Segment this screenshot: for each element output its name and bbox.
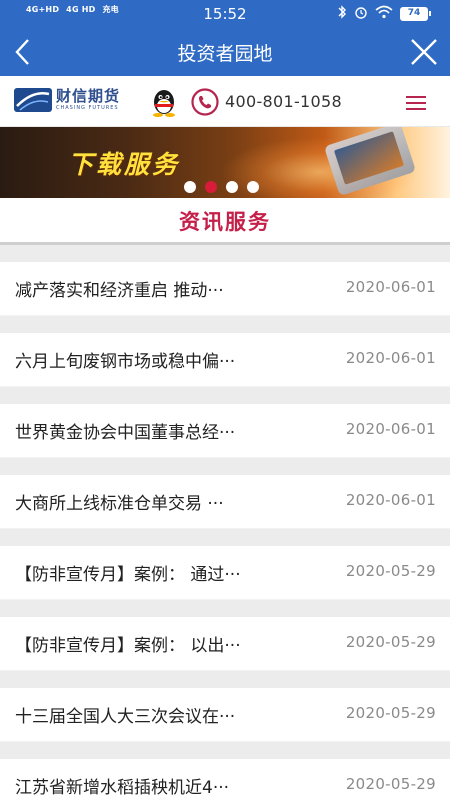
bluetooth-icon (337, 5, 347, 23)
close-icon (411, 39, 437, 65)
news-list: 减产落实和经济重启 推动··· 2020-06-01 六月上旬废钢市场或稳中偏·… (0, 245, 450, 800)
promo-banner[interactable]: 下载服务 (0, 127, 450, 198)
status-icons: 74 (337, 5, 431, 23)
news-title: 十三届全国人大三次会议在··· (15, 707, 236, 727)
news-title: 【防非宣传月】案例： 通过··· (15, 565, 241, 585)
carousel-dots (184, 181, 259, 193)
alarm-icon (354, 5, 368, 23)
news-title: 减产落实和经济重启 推动··· (15, 281, 224, 301)
news-date: 2020-06-01 (345, 420, 436, 438)
menu-button[interactable] (406, 96, 426, 110)
hotline-number[interactable]: 400-801-1058 (225, 92, 342, 111)
news-item[interactable]: 十三届全国人大三次会议在··· 2020-05-29 (0, 688, 450, 742)
nav-bar: 投资者园地 (0, 28, 450, 76)
qq-icon[interactable] (150, 87, 178, 117)
section-title: 资讯服务 (179, 210, 271, 234)
news-date: 2020-05-29 (345, 633, 436, 651)
carousel-dot[interactable] (226, 181, 238, 193)
news-item[interactable]: 六月上旬废钢市场或稳中偏··· 2020-06-01 (0, 333, 450, 387)
carousel-dot[interactable] (247, 181, 259, 193)
logo-mark-icon (14, 88, 52, 112)
news-item[interactable]: 【防非宣传月】案例： 通过··· 2020-05-29 (0, 546, 450, 600)
page-title: 投资者园地 (177, 43, 273, 65)
banner-text: 下载服务 (68, 150, 181, 179)
news-date: 2020-05-29 (345, 562, 436, 580)
news-date: 2020-06-01 (345, 491, 436, 509)
news-title: 六月上旬废钢市场或稳中偏··· (15, 352, 236, 372)
news-title: 【防非宣传月】案例： 以出··· (15, 636, 241, 656)
news-title: 江苏省新增水稻插秧机近4··· (15, 778, 230, 798)
news-title: 世界黄金协会中国董事总经··· (15, 423, 236, 443)
brand-header: 财信期货 CHASING FUTURES 400-801-1058 (0, 76, 450, 127)
battery-icon: 74 (400, 7, 431, 21)
news-item[interactable]: 【防非宣传月】案例： 以出··· 2020-05-29 (0, 617, 450, 671)
phone-icon[interactable] (191, 88, 219, 116)
carousel-dot-active[interactable] (205, 181, 217, 193)
news-date: 2020-06-01 (345, 349, 436, 367)
news-date: 2020-05-29 (345, 775, 436, 793)
close-button[interactable] (410, 38, 438, 66)
news-item[interactable]: 江苏省新增水稻插秧机近4··· 2020-05-29 (0, 759, 450, 800)
logo-text-cn: 财信期货 (56, 87, 121, 105)
logo-text-en: CHASING FUTURES (56, 105, 119, 111)
news-title: 大商所上线标准仓单交易 ··· (15, 494, 224, 514)
news-item[interactable]: 世界黄金协会中国董事总经··· 2020-06-01 (0, 404, 450, 458)
company-logo[interactable]: 财信期货 CHASING FUTURES (14, 86, 120, 114)
news-item[interactable]: 大商所上线标准仓单交易 ··· 2020-06-01 (0, 475, 450, 529)
hamburger-icon (406, 96, 426, 98)
news-date: 2020-05-29 (345, 704, 436, 722)
carousel-dot[interactable] (184, 181, 196, 193)
news-date: 2020-06-01 (345, 278, 436, 296)
status-bar: 4G+HD 4G HD 充电 15:52 74 (0, 0, 450, 28)
wifi-icon (375, 5, 393, 23)
news-item[interactable]: 减产落实和经济重启 推动··· 2020-06-01 (0, 262, 450, 316)
